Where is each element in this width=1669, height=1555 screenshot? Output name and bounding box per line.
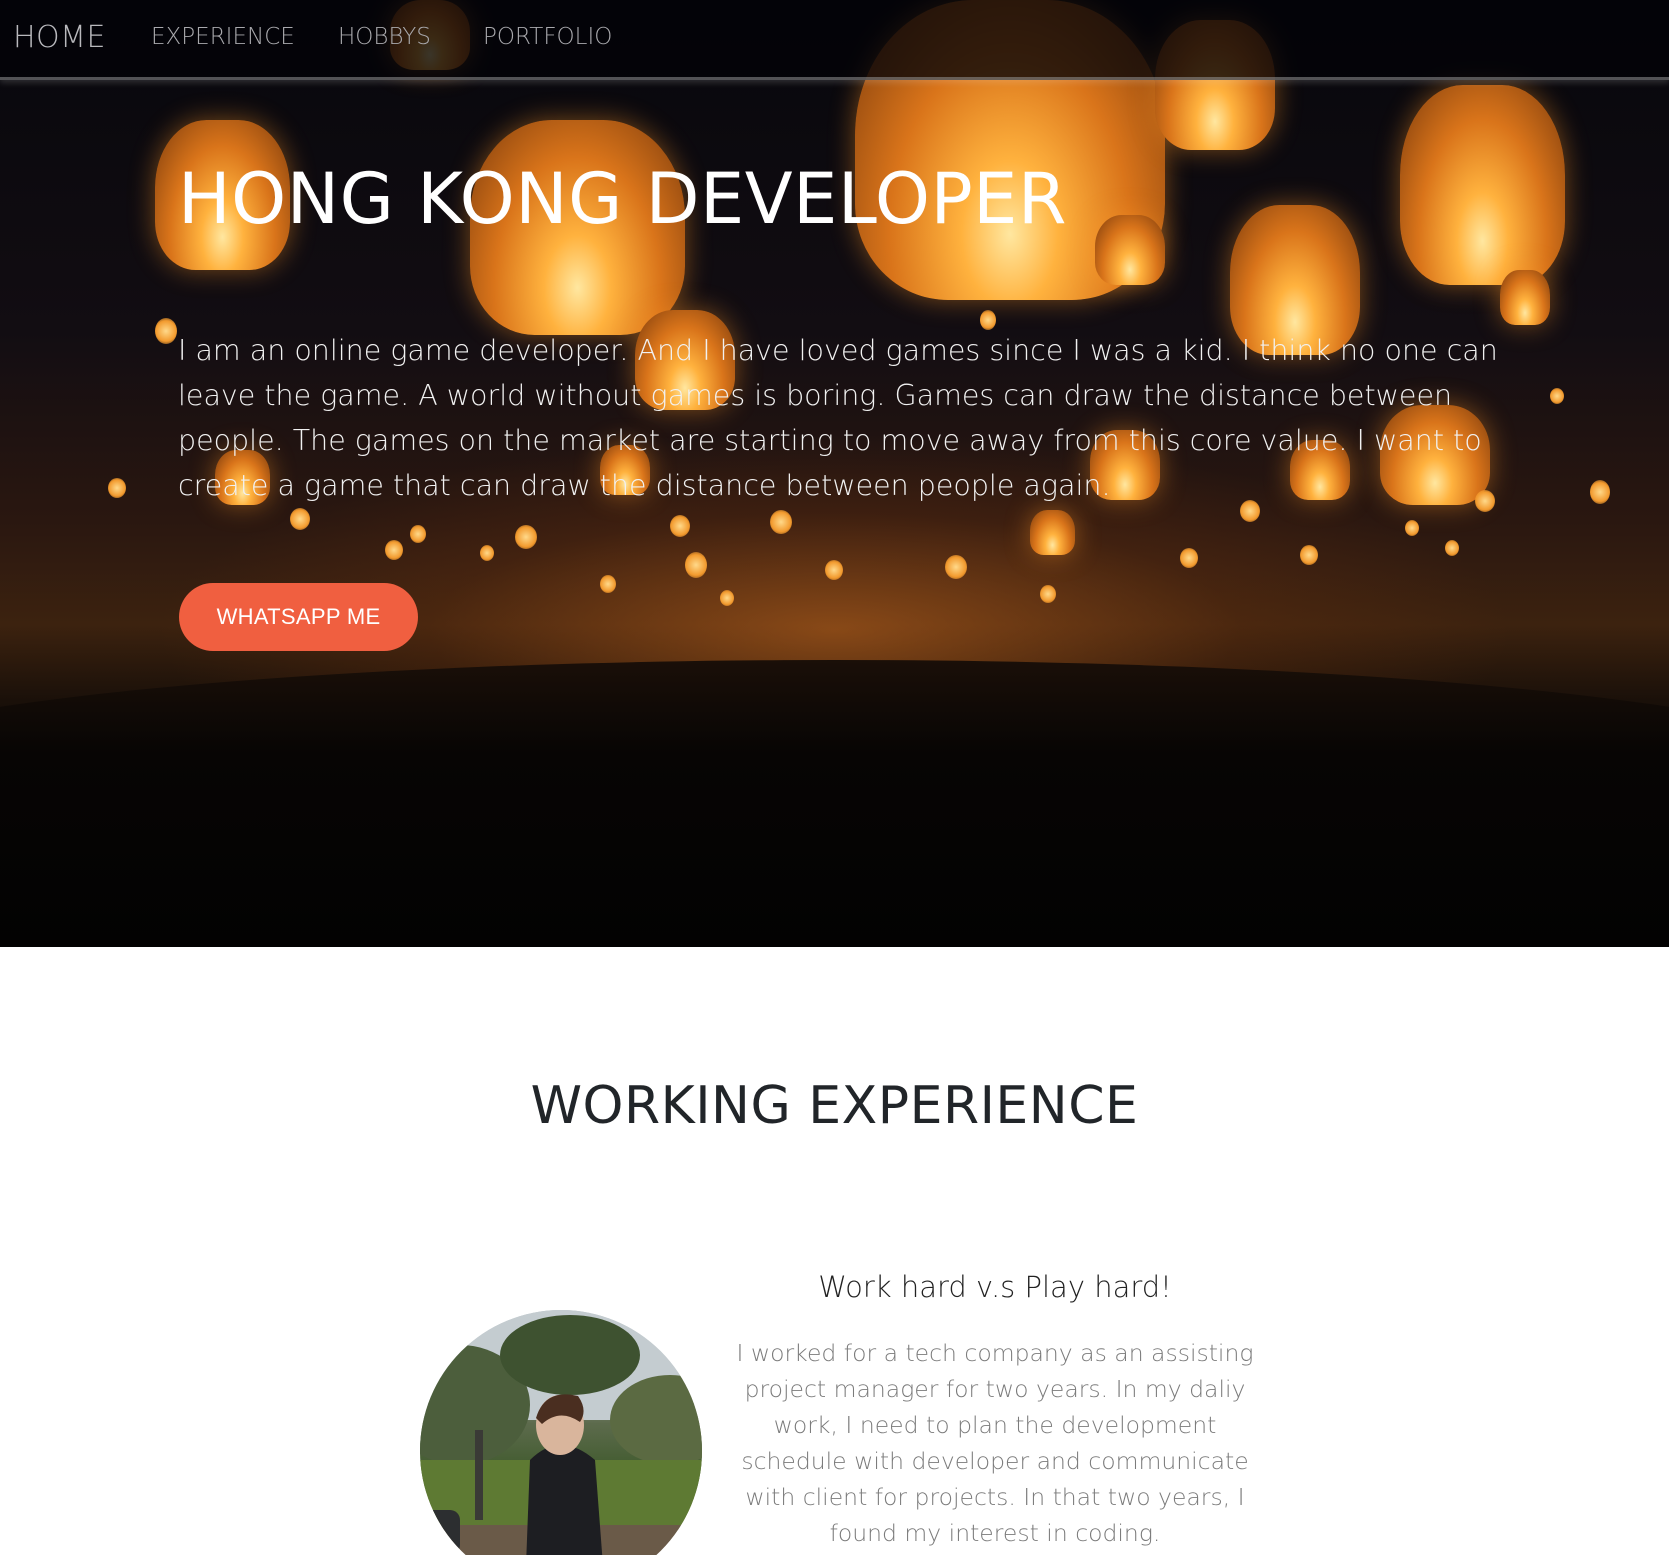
lantern-decoration xyxy=(1180,548,1198,568)
hero-title: HONG KONG DEVELOPER xyxy=(178,158,1068,240)
lantern-decoration xyxy=(1500,270,1550,325)
hero-description: I am an online game developer. And I hav… xyxy=(178,334,1498,502)
lantern-decoration xyxy=(945,555,967,579)
nav-link-hobbys[interactable]: HOBBYS xyxy=(338,24,431,50)
top-navbar: HOME EXPERIENCE HOBBYS PORTFOLIO xyxy=(0,0,1669,80)
lantern-decoration xyxy=(685,552,707,578)
profile-photo-illustration xyxy=(420,1310,702,1555)
hero-horizon xyxy=(0,660,1669,947)
lantern-decoration xyxy=(1445,540,1459,556)
lantern-decoration xyxy=(1030,510,1075,555)
lantern-decoration xyxy=(980,310,996,330)
lantern-decoration xyxy=(770,510,792,534)
lantern-decoration xyxy=(385,540,403,560)
lantern-decoration xyxy=(670,515,690,537)
experience-section-title: WORKING EXPERIENCE xyxy=(530,1076,1139,1136)
lantern-decoration xyxy=(410,525,426,543)
whatsapp-button[interactable]: WHATSAPP ME xyxy=(179,583,418,651)
experience-description: I worked for a tech company as an assist… xyxy=(736,1339,1254,1547)
lantern-decoration xyxy=(720,590,734,606)
lantern-decoration xyxy=(290,508,310,530)
lantern-decoration xyxy=(825,560,843,580)
lantern-decoration xyxy=(1095,215,1165,285)
nav-link-experience[interactable]: EXPERIENCE xyxy=(151,24,295,50)
profile-photo xyxy=(420,1310,702,1555)
lantern-decoration xyxy=(480,545,494,561)
lantern-decoration xyxy=(1405,520,1419,536)
lantern-decoration xyxy=(600,575,616,593)
lantern-decoration xyxy=(1040,585,1056,603)
lantern-decoration xyxy=(1550,388,1564,404)
lantern-decoration xyxy=(1590,480,1610,504)
nav-link-portfolio[interactable]: PORTFOLIO xyxy=(483,24,612,50)
hero-section: HOME EXPERIENCE HOBBYS PORTFOLIO HONG KO… xyxy=(0,0,1669,947)
lantern-decoration xyxy=(1400,85,1565,285)
lantern-decoration xyxy=(108,478,126,498)
lantern-decoration xyxy=(155,318,177,344)
experience-subtitle: Work hard v.s Play hard! xyxy=(818,1270,1172,1304)
lantern-decoration xyxy=(1300,545,1318,565)
lantern-decoration xyxy=(515,525,537,549)
nav-home-link[interactable]: HOME xyxy=(13,20,106,55)
